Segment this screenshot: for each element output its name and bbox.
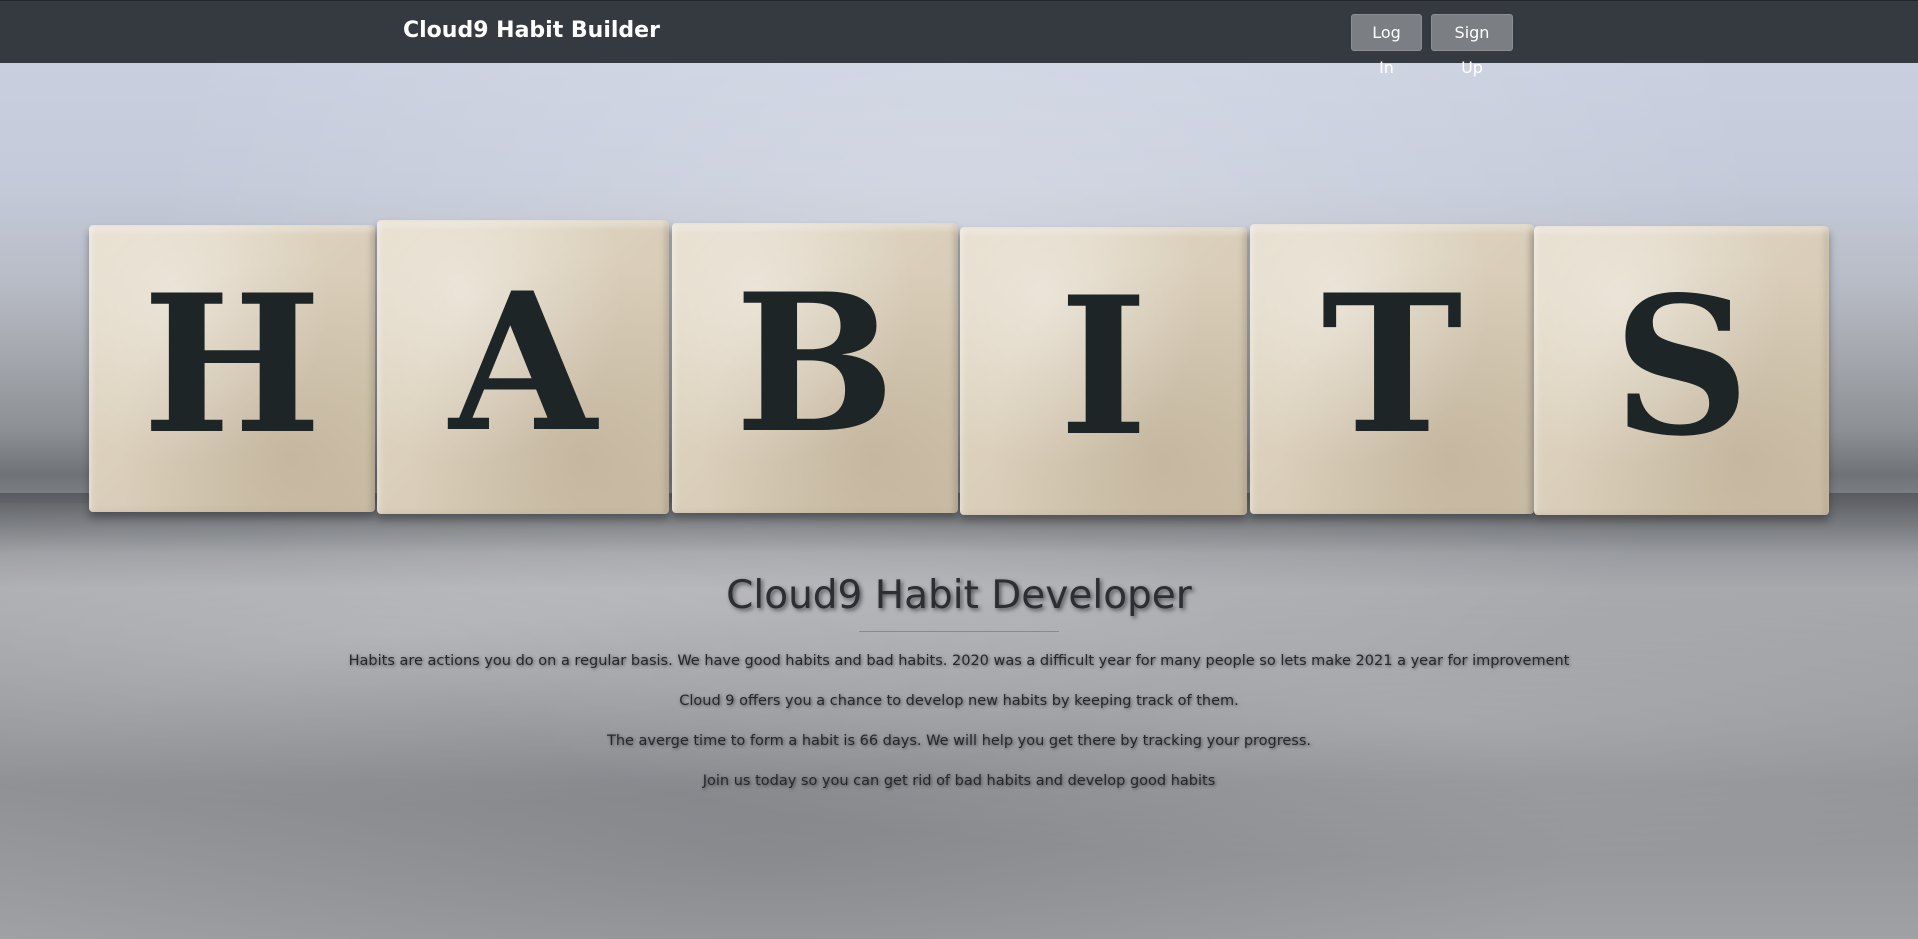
block-letter: H [142, 252, 322, 476]
letter-block: I [960, 227, 1247, 515]
habits-blocks-image: H A B I T S [0, 63, 1918, 563]
letter-block: A [377, 220, 669, 514]
heading-divider [859, 631, 1059, 632]
signup-button[interactable]: Sign Up [1431, 14, 1513, 77]
letter-block: T [1250, 224, 1534, 514]
intro-paragraph: Habits are actions you do on a regular b… [348, 653, 1570, 669]
page-title: Cloud9 Habit Developer [726, 573, 1192, 618]
login-button[interactable]: Log In [1351, 14, 1422, 77]
block-letter: I [1059, 255, 1148, 478]
block-letter: T [1321, 253, 1463, 476]
intro-paragraph: Join us today so you can get rid of bad … [702, 773, 1216, 789]
brand-link[interactable]: Cloud9 Habit Builder [403, 18, 660, 43]
block-letter: B [734, 252, 896, 475]
main-content: Cloud9 Habit Developer Habits are action… [0, 570, 1918, 810]
block-letter: S [1612, 254, 1751, 478]
intro-paragraph: The averge time to form a habit is 66 da… [606, 733, 1312, 749]
block-letter: A [449, 251, 597, 474]
letter-block: B [672, 223, 958, 513]
letter-block: H [89, 225, 375, 512]
intro-paragraph: Cloud 9 offers you a chance to develop n… [679, 693, 1239, 709]
navbar: Cloud9 Habit Builder Log In Sign Up [0, 0, 1918, 77]
letter-block: S [1534, 226, 1829, 515]
